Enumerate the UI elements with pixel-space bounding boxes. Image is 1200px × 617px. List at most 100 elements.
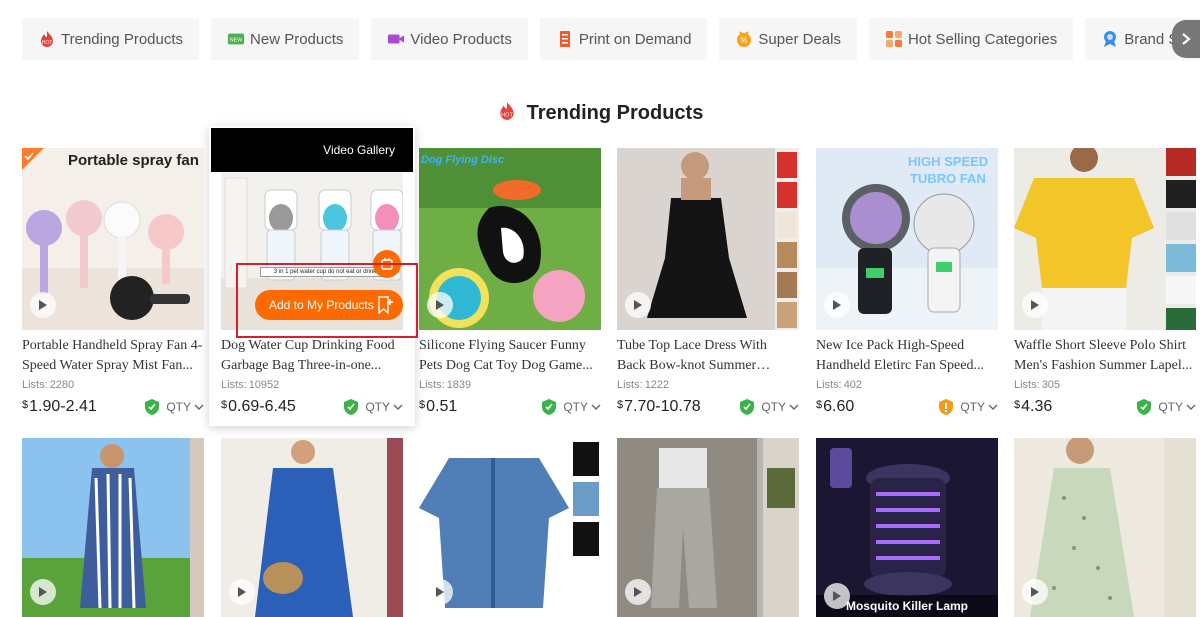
qty-dropdown[interactable]: QTY: [960, 400, 998, 414]
qty-dropdown[interactable]: QTY: [761, 400, 799, 414]
product-image[interactable]: HIGH SPEED TUBRO FAN: [816, 148, 998, 330]
lists-count: Lists: 10952: [221, 379, 403, 391]
lists-count: Lists: 305: [1014, 379, 1196, 391]
print-icon: [556, 30, 574, 48]
product-card[interactable]: Dog Water Cup Drinking Food Garbage Bag …: [221, 148, 403, 418]
shield-check-icon: [1137, 399, 1152, 415]
image-caption: TUBRO FAN: [910, 171, 986, 186]
chevron-down-icon: [591, 404, 601, 410]
shield-alert-icon: [939, 399, 954, 415]
product-card[interactable]: [617, 438, 799, 617]
brand-icon: [1101, 30, 1119, 48]
lists-value: 10952: [248, 379, 280, 391]
price-row: $6.60 QTY: [816, 396, 998, 418]
play-icon[interactable]: [1022, 579, 1048, 605]
tab-label: Video Products: [410, 30, 512, 48]
qty-dropdown[interactable]: QTY: [1158, 400, 1196, 414]
tab-label: Print on Demand: [578, 30, 692, 48]
play-icon[interactable]: [30, 579, 56, 605]
play-icon[interactable]: [625, 579, 651, 605]
qty-label: QTY: [761, 400, 786, 414]
product-name[interactable]: New Ice Pack High-Speed Handheld Eletirc…: [816, 336, 998, 376]
product-image[interactable]: [617, 438, 799, 617]
product-image[interactable]: [617, 148, 799, 330]
lists-count: Lists: 1222: [617, 379, 799, 391]
product-price: $6.60: [816, 398, 938, 416]
svg-text:%: %: [741, 36, 748, 45]
qty-dropdown[interactable]: QTY: [166, 400, 204, 414]
deal-icon: %: [735, 30, 753, 48]
play-icon[interactable]: [427, 579, 453, 605]
play-icon[interactable]: [625, 292, 651, 318]
tab-hot-selling-categories[interactable]: Hot Selling Categories: [868, 18, 1074, 60]
play-icon[interactable]: [1022, 292, 1048, 318]
lists-label: Lists:: [419, 379, 445, 391]
qty-dropdown[interactable]: QTY: [365, 400, 403, 414]
shield-check-icon: [344, 399, 359, 415]
product-card[interactable]: [419, 438, 601, 617]
play-icon[interactable]: [824, 292, 850, 318]
product-image[interactable]: [22, 438, 204, 617]
product-name[interactable]: Portable Handheld Spray Fan 4-Speed Wate…: [22, 336, 204, 376]
product-card[interactable]: Tube Top Lace Dress With Back Bow-knot S…: [617, 148, 799, 418]
flame-badge-icon: HOT: [497, 100, 517, 127]
product-card[interactable]: Mosquito Killer Lamp: [816, 438, 998, 617]
product-card[interactable]: HIGH SPEED TUBRO FAN New Ice Pack High-S…: [816, 148, 998, 418]
product-image[interactable]: [221, 438, 403, 617]
play-icon[interactable]: [229, 579, 255, 605]
product-card[interactable]: [221, 438, 403, 617]
new-badge-icon: NEW: [227, 30, 245, 48]
play-icon[interactable]: [427, 292, 453, 318]
tab-label: Trending Products: [61, 30, 184, 48]
tab-video-products[interactable]: Video Products: [371, 18, 528, 60]
chevron-right-icon: [1182, 33, 1191, 45]
video-gallery-link[interactable]: Video Gallery: [211, 128, 413, 172]
play-icon[interactable]: [30, 292, 56, 318]
price-value: 6.60: [823, 398, 855, 415]
product-image[interactable]: [419, 438, 601, 617]
chevron-down-icon: [988, 404, 998, 410]
image-caption: HIGH SPEED: [908, 154, 989, 169]
product-name[interactable]: Tube Top Lace Dress With Back Bow-knot S…: [617, 336, 799, 376]
price-value: 4.36: [1021, 398, 1053, 415]
currency-symbol: $: [1014, 399, 1021, 411]
video-icon: [387, 30, 405, 48]
section-heading: HOT Trending Products: [0, 100, 1200, 127]
product-name[interactable]: Waffle Short Sleeve Polo Shirt Men's Fas…: [1014, 336, 1196, 376]
product-card[interactable]: Portable spray fan Portable Handheld Spr…: [22, 148, 204, 418]
tabs-next-button[interactable]: [1172, 20, 1200, 58]
lists-label: Lists:: [221, 379, 247, 391]
add-to-my-products-button[interactable]: Add to My Products: [255, 290, 403, 320]
lists-value: 402: [843, 379, 863, 391]
product-price: $0.51: [419, 398, 541, 416]
bookmark-add-icon: [378, 296, 393, 314]
product-card[interactable]: [22, 438, 204, 617]
product-card[interactable]: [1014, 438, 1196, 617]
tab-super-deals[interactable]: % Super Deals: [719, 18, 857, 60]
tab-print-on-demand[interactable]: Print on Demand: [539, 18, 708, 60]
image-caption: Dog Flying Disc: [421, 154, 505, 166]
currency-symbol: $: [816, 399, 823, 411]
tab-new-products[interactable]: NEW New Products: [211, 18, 360, 60]
product-image[interactable]: Portable spray fan: [22, 148, 204, 330]
product-image[interactable]: Dog Flying Disc: [419, 148, 601, 330]
product-card[interactable]: Waffle Short Sleeve Polo Shirt Men's Fas…: [1014, 148, 1196, 418]
play-icon[interactable]: [824, 583, 850, 609]
lists-count: Lists: 402: [816, 379, 998, 391]
qty-label: QTY: [1158, 400, 1183, 414]
tab-trending-products[interactable]: HOT Trending Products: [22, 18, 200, 60]
product-name[interactable]: Dog Water Cup Drinking Food Garbage Bag …: [221, 336, 403, 376]
product-image[interactable]: Mosquito Killer Lamp: [816, 438, 998, 617]
product-card[interactable]: Dog Flying Disc Silicone Flying Saucer F…: [419, 148, 601, 418]
product-name[interactable]: Silicone Flying Saucer Funny Pets Dog Ca…: [419, 336, 601, 376]
currency-symbol: $: [617, 399, 624, 411]
edit-button[interactable]: [373, 250, 401, 278]
product-price: $1.90-2.41: [22, 398, 144, 416]
product-image[interactable]: [1014, 148, 1196, 330]
product-image[interactable]: [1014, 438, 1196, 617]
qty-label: QTY: [365, 400, 390, 414]
qty-dropdown[interactable]: QTY: [563, 400, 601, 414]
price-row: $0.51 QTY: [419, 396, 601, 418]
price-value: 7.70-10.78: [624, 398, 701, 415]
product-price: $7.70-10.78: [617, 398, 739, 416]
